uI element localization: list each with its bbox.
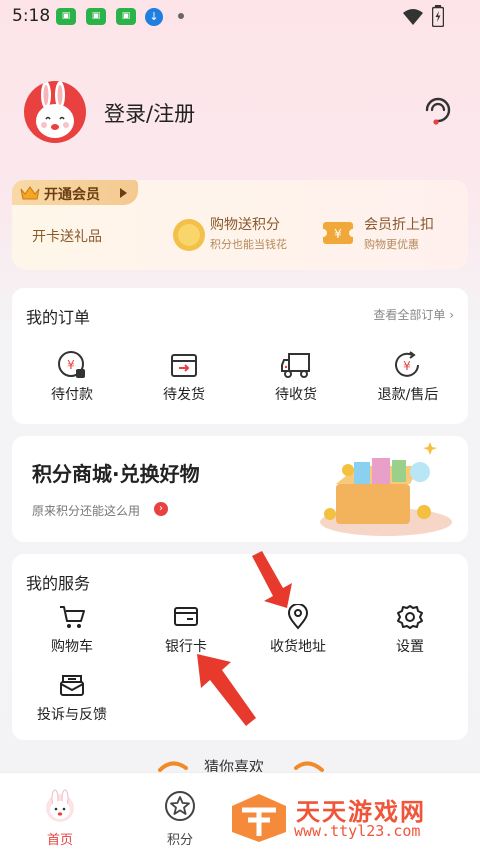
coupon-icon: ¥: [322, 222, 356, 244]
service-bank-card[interactable]: 银行卡: [136, 604, 236, 666]
pending-shipment-icon: [171, 354, 197, 377]
my-orders-card: 我的订单 查看全部订单 › ¥ 待付款 待发货 待收货 ¥ 退款/售后: [12, 288, 468, 424]
download-icon: ↓: [145, 8, 163, 26]
open-vip-label: 开通会员: [44, 187, 100, 203]
svg-text:¥: ¥: [403, 359, 411, 373]
status-bar: 5:18 ▣ ▣ ▣ ↓: [0, 0, 480, 34]
mall-title: 积分商城·兑换好物: [32, 462, 200, 486]
tab-label: 积分: [166, 833, 193, 848]
more-notifications-icon: [178, 13, 184, 19]
order-item-label: 退款/售后: [377, 387, 439, 403]
orders-title: 我的订单: [26, 308, 91, 327]
service-label: 收货地址: [270, 639, 326, 655]
refund-icon: ¥: [395, 351, 419, 377]
play-arrow-icon: [120, 188, 127, 198]
points-feature-subtitle: 积分也能当钱花: [210, 238, 287, 251]
bank-card-icon: [174, 607, 198, 626]
services-title: 我的服务: [26, 574, 91, 593]
mall-subtitle: 原来积分还能这么用: [32, 504, 141, 518]
order-item-label: 待付款: [51, 387, 93, 403]
feedback-icon: [60, 675, 84, 696]
vip-gift-text: 开卡送礼品: [32, 229, 102, 245]
rabbit-avatar-icon: [36, 81, 74, 138]
star-icon: [165, 791, 195, 821]
order-item-label: 待收货: [275, 387, 317, 403]
order-refund-aftersales[interactable]: ¥ 退款/售后: [368, 350, 448, 414]
order-pending-shipment[interactable]: 待发货: [144, 350, 224, 414]
gift-box-illustration-icon: [320, 442, 452, 536]
service-label: 银行卡: [165, 639, 207, 655]
svg-text:¥: ¥: [334, 227, 342, 241]
avatar[interactable]: [24, 81, 86, 143]
order-pending-payment[interactable]: ¥ 待付款: [32, 350, 112, 414]
service-shopping-cart[interactable]: 购物车: [22, 604, 122, 666]
status-time: 5:18: [12, 6, 51, 26]
watermark-logo-icon: [232, 794, 286, 842]
view-all-orders-link[interactable]: 查看全部订单 ›: [373, 306, 454, 323]
gear-icon: [397, 605, 423, 629]
open-vip-button[interactable]: 开通会员: [12, 180, 138, 205]
order-item-label: 待发货: [163, 387, 205, 403]
vip-membership-card[interactable]: 开通会员 开卡送礼品 购物送积分 积分也能当钱花 ¥ 会员折上扣 购物更优惠: [12, 180, 468, 270]
rabbit-home-icon: [46, 789, 74, 822]
wifi-icon: [403, 9, 423, 25]
site-watermark: 天天游戏网 www.ttyl23.com: [230, 790, 470, 846]
points-mall-banner[interactable]: 积分商城·兑换好物 原来积分还能这么用 ›: [12, 436, 468, 542]
service-shipping-address[interactable]: 收货地址: [248, 604, 348, 666]
tab-points[interactable]: 积分: [140, 789, 220, 848]
app-notification-icon: ▣: [116, 8, 136, 25]
shopping-cart-icon: [60, 606, 85, 628]
location-pin-icon: [287, 604, 309, 630]
delivery-truck-icon: [281, 353, 310, 378]
pending-payment-icon: ¥: [58, 351, 85, 378]
points-feature-title: 购物送积分: [210, 217, 280, 233]
login-register-link[interactable]: 登录/注册: [104, 98, 195, 128]
order-pending-receipt[interactable]: 待收货: [256, 350, 336, 414]
service-label: 购物车: [51, 639, 93, 655]
discount-feature-subtitle: 购物更优惠: [364, 238, 419, 251]
svg-text:¥: ¥: [67, 358, 75, 372]
profile-header: 登录/注册: [0, 78, 480, 148]
service-label: 投诉与反馈: [37, 707, 107, 723]
my-services-card: 我的服务 购物车 银行卡 收货地址 设置 投诉与反馈: [12, 554, 468, 740]
customer-service-icon[interactable]: [420, 92, 456, 128]
battery-icon: [432, 5, 444, 27]
service-settings[interactable]: 设置: [360, 604, 460, 666]
service-complaint-feedback[interactable]: 投诉与反馈: [22, 672, 122, 734]
discount-feature-title: 会员折上扣: [364, 217, 434, 233]
tab-label: 首页: [46, 833, 73, 848]
coin-icon: [173, 219, 205, 251]
tab-home[interactable]: 首页: [20, 789, 100, 848]
app-notification-icon: ▣: [86, 8, 106, 25]
app-notification-icon: ▣: [56, 8, 76, 25]
service-label: 设置: [396, 639, 424, 655]
crown-icon: [20, 186, 40, 200]
watermark-url: www.ttyl23.com: [294, 822, 421, 840]
chevron-right-icon[interactable]: ›: [154, 502, 168, 516]
